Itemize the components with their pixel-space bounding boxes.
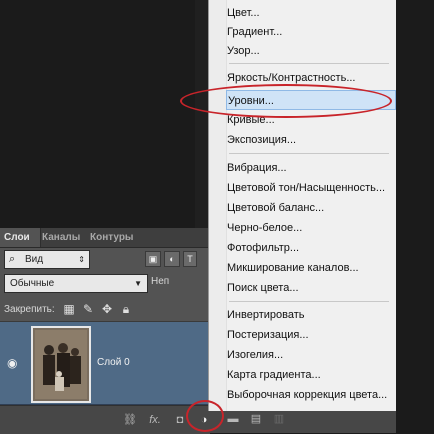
filter-value: Вид bbox=[25, 254, 44, 265]
adjustment-filter-icon[interactable]: ◐ bbox=[164, 251, 180, 267]
layers-bottom-bar: ⛓ fx. ◘ ◑ bbox=[0, 405, 210, 434]
menu-item-selective-color[interactable]: Выборочная коррекция цвета... bbox=[226, 385, 396, 405]
panel-tabbar: Слои Каналы Контуры bbox=[0, 228, 210, 248]
lock-pixels-brush-icon[interactable]: ✎ bbox=[81, 302, 95, 316]
tab-paths[interactable]: Контуры bbox=[86, 228, 137, 247]
link-icon[interactable]: ⛓ bbox=[123, 413, 137, 427]
folder-icon[interactable]: ▬ bbox=[226, 412, 240, 426]
menu-item-gradient[interactable]: Градиент... bbox=[226, 22, 396, 42]
menu-item-photo-filter[interactable]: Фотофильтр... bbox=[226, 238, 396, 258]
menu-item-threshold[interactable]: Изогелия... bbox=[226, 345, 396, 365]
tab-layers[interactable]: Слои bbox=[0, 228, 41, 247]
menu-item-gradient-map[interactable]: Карта градиента... bbox=[226, 365, 396, 385]
layer-thumbnail[interactable] bbox=[31, 326, 91, 403]
menu-item-pattern[interactable]: Узор... bbox=[226, 41, 396, 61]
photo-thumbnail-image bbox=[33, 328, 89, 401]
menu-item-color-balance[interactable]: Цветовой баланс... bbox=[226, 198, 396, 218]
updown-icon: ⇕ bbox=[78, 255, 85, 264]
layer-name[interactable]: Слой 0 bbox=[97, 357, 130, 368]
document-canvas bbox=[0, 0, 210, 228]
new-layer-icon[interactable]: ▤ bbox=[249, 412, 263, 426]
lock-position-move-icon[interactable]: ✥ bbox=[100, 302, 114, 316]
fx-icon[interactable]: fx. bbox=[148, 413, 162, 427]
background-right bbox=[396, 0, 434, 433]
trash-icon[interactable]: ▥ bbox=[272, 412, 286, 426]
menu-item-posterize[interactable]: Постеризация... bbox=[226, 325, 396, 345]
image-filter-icon[interactable]: ▣ bbox=[145, 251, 161, 267]
menu-divider bbox=[229, 301, 389, 302]
menu-gutter bbox=[209, 0, 227, 411]
menu-divider bbox=[229, 63, 389, 64]
layers-panel: Слои Каналы Контуры ⌕ Вид ⇕ ▣ ◐ T Обычны… bbox=[0, 228, 210, 434]
lock-all-icon[interactable]: 🔒︎ bbox=[119, 302, 133, 316]
highlight-ellipse-levels bbox=[180, 84, 392, 118]
blend-mode-select[interactable]: Обычные ▼ bbox=[4, 274, 148, 293]
adjustment-menu: Цвет... Градиент... Узор... Яркость/Конт… bbox=[208, 0, 396, 411]
highlight-ellipse-adjustment-button bbox=[186, 400, 224, 432]
mask-icon[interactable]: ◘ bbox=[173, 413, 187, 427]
layer-filter-select[interactable]: ⌕ Вид ⇕ bbox=[4, 250, 90, 269]
search-icon: ⌕ bbox=[9, 253, 16, 265]
menu-item-channel-mixer[interactable]: Микширование каналов... bbox=[226, 258, 396, 278]
menu-item-black-white[interactable]: Черно-белое... bbox=[226, 218, 396, 238]
menu-item-exposure[interactable]: Экспозиция... bbox=[226, 130, 396, 150]
layer-row[interactable]: ◉ Слой 0 bbox=[0, 322, 210, 405]
menu-item-color[interactable]: Цвет... bbox=[226, 3, 396, 23]
menu-divider bbox=[229, 153, 389, 154]
lock-transparent-icon[interactable]: ▦ bbox=[62, 302, 76, 316]
visibility-eye-icon[interactable]: ◉ bbox=[7, 356, 17, 370]
menu-item-color-lookup[interactable]: Поиск цвета... bbox=[226, 278, 396, 298]
blend-mode-value: Обычные bbox=[10, 278, 55, 289]
opacity-label: Неп bbox=[151, 276, 170, 287]
tab-channels[interactable]: Каналы bbox=[38, 228, 84, 247]
menu-item-vibrance[interactable]: Вибрация... bbox=[226, 158, 396, 178]
menu-item-hue-saturation[interactable]: Цветовой тон/Насыщенность... bbox=[226, 178, 396, 198]
chevron-down-icon: ▼ bbox=[134, 279, 142, 288]
menu-item-invert[interactable]: Инвертировать bbox=[226, 305, 396, 325]
lock-label: Закрепить: bbox=[4, 304, 55, 315]
type-filter-icon[interactable]: T bbox=[183, 251, 197, 267]
